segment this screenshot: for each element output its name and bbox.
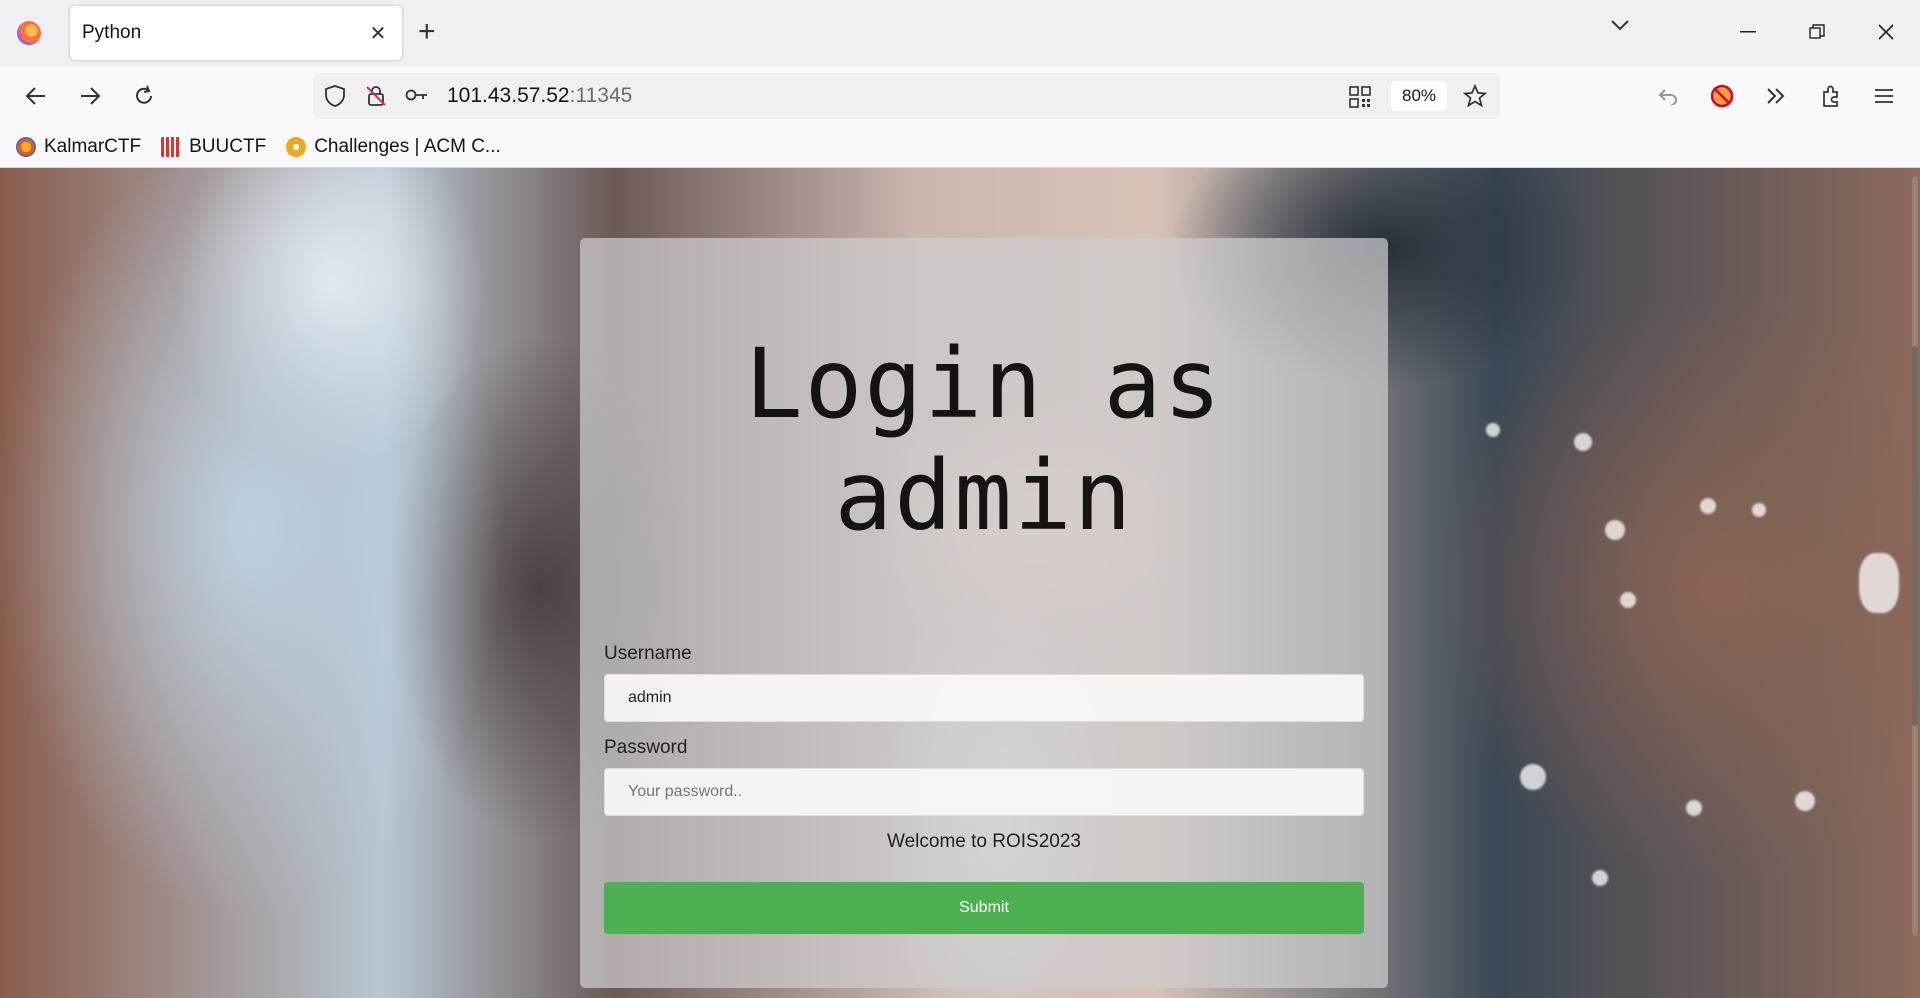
reload-icon[interactable] (128, 80, 160, 112)
url-host: 101.43.57.52 (447, 84, 570, 107)
bookmark-star-icon[interactable] (1462, 83, 1488, 113)
bookmark-label: BUUCTF (189, 135, 267, 157)
acm-icon (286, 136, 307, 157)
insecure-lock-icon[interactable] (365, 84, 387, 113)
blocked-extension-icon[interactable] (1706, 80, 1738, 112)
restore-button[interactable] (1797, 14, 1837, 50)
snowflake (1686, 800, 1702, 816)
bookmark-buuctf[interactable]: BUUCTF (161, 136, 266, 158)
username-input[interactable] (604, 674, 1364, 722)
tab-bar: Python ✕ + (0, 0, 1920, 66)
bookmark-acm[interactable]: Challenges | ACM C... (286, 136, 501, 158)
new-tab-button[interactable]: + (418, 16, 436, 48)
more-tools-icon[interactable] (1760, 80, 1792, 112)
login-card: Login asadmin Username Password Welcome … (580, 238, 1388, 988)
qr-code-icon[interactable] (1349, 86, 1371, 113)
key-icon[interactable] (405, 87, 429, 108)
forward-icon[interactable] (74, 80, 106, 112)
tab-active[interactable]: Python ✕ (70, 6, 402, 60)
scrollbar-thumb[interactable] (1912, 346, 1918, 726)
url-port: :11345 (569, 84, 633, 107)
bookmark-kalmarctf[interactable]: KalmarCTF (16, 136, 141, 158)
tab-list-chevron-icon[interactable] (1610, 18, 1630, 37)
page-viewport: Login asadmin Username Password Welcome … (0, 168, 1920, 998)
welcome-message: Welcome to ROIS2023 (887, 831, 1081, 852)
undo-arrow-icon[interactable] (1652, 80, 1684, 112)
minimize-button[interactable] (1728, 14, 1768, 50)
menu-icon[interactable] (1868, 80, 1900, 112)
firefox-icon[interactable] (17, 21, 41, 45)
username-label: Username (604, 643, 692, 664)
nav-bar: 101.43.57.52:11345 80% (0, 66, 1920, 126)
buuctf-icon (161, 136, 182, 157)
snowflake (1574, 433, 1592, 451)
bookmark-label: Challenges | ACM C... (314, 135, 501, 157)
title-line-1: Login as (744, 328, 1224, 440)
snowflake (1620, 592, 1636, 608)
snowflake (1752, 503, 1766, 517)
url-bar[interactable]: 101.43.57.52:11345 80% (313, 73, 1500, 119)
close-tab-icon[interactable]: ✕ (366, 21, 390, 46)
bookmark-label: KalmarCTF (44, 135, 142, 157)
password-label: Password (604, 737, 688, 758)
back-icon[interactable] (20, 80, 52, 112)
snowflake (1605, 520, 1625, 540)
tab-title: Python (82, 22, 142, 43)
submit-button[interactable]: Submit (604, 882, 1364, 934)
shield-icon[interactable] (324, 84, 346, 113)
close-window-button[interactable] (1866, 14, 1906, 50)
snowflake (1859, 553, 1899, 613)
url-text: 101.43.57.52:11345 (447, 84, 632, 108)
snowflake (1795, 791, 1815, 811)
page-title: Login as admin (580, 328, 1388, 552)
kalmar-icon (16, 136, 36, 157)
scrollbar-track[interactable] (1912, 176, 1918, 936)
zoom-level-button[interactable]: 80% (1391, 81, 1447, 111)
password-input[interactable] (604, 768, 1364, 816)
bookmarks-toolbar: KalmarCTF BUUCTF Challenges | ACM C... (0, 126, 1920, 168)
snowflake (1592, 870, 1608, 886)
snowflake (1520, 764, 1546, 790)
title-line-2: admin (834, 440, 1134, 552)
snowflake (1486, 423, 1500, 437)
snowflake (1700, 498, 1716, 514)
extensions-icon[interactable] (1815, 80, 1847, 112)
